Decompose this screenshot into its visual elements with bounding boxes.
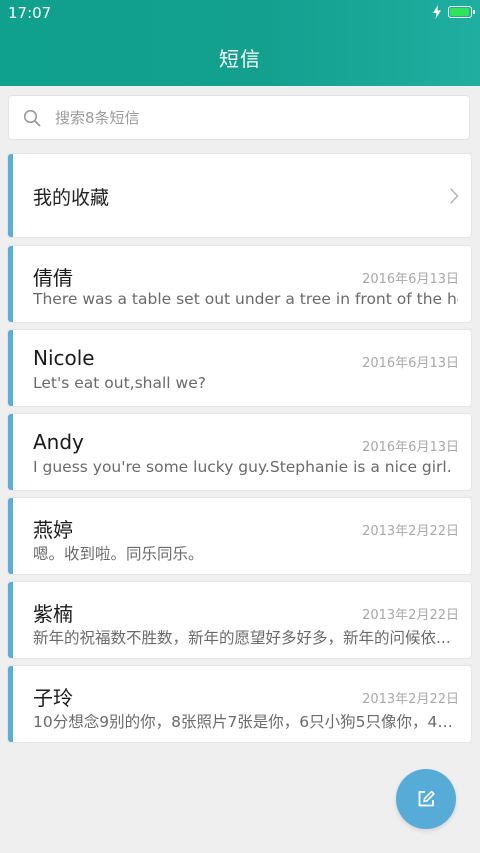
conversation-item[interactable]: Andy 2016年6月13日 I guess you're some luck… (7, 413, 472, 491)
contact-name: Andy (33, 430, 84, 454)
charging-bolt-icon (433, 5, 441, 19)
message-preview: 10分想念9别的你，8张照片7张是你，6只小狗5只像你，4根... (33, 713, 458, 731)
contact-name: 子玲 (33, 686, 73, 710)
message-preview: There was a table set out under a tree i… (33, 290, 458, 308)
message-date: 2013年2月22日 (362, 524, 459, 539)
contact-name: 紫楠 (33, 602, 73, 626)
app-header: 17:07 短信 (0, 0, 480, 86)
message-date: 2016年6月13日 (362, 440, 459, 455)
message-date: 2013年2月22日 (362, 608, 459, 623)
conversation-item[interactable]: 燕婷 2013年2月22日 嗯。收到啦。同乐同乐。 (7, 497, 472, 575)
status-icons (432, 5, 475, 19)
favorites-label: 我的收藏 (33, 187, 110, 209)
card-accent-bar (8, 498, 13, 574)
message-date: 2016年6月13日 (362, 356, 459, 371)
chevron-right-icon (449, 187, 459, 205)
card-accent-bar (8, 666, 13, 742)
search-input[interactable]: 搜索8条短信 (8, 95, 470, 140)
search-placeholder: 搜索8条短信 (55, 109, 140, 127)
card-accent-bar (8, 246, 13, 322)
message-preview: 新年的祝福数不胜数，新年的愿望好多好多，新年的问候依... (33, 629, 451, 647)
message-preview: I guess you're some lucky guy.Stephanie … (33, 458, 452, 476)
message-date: 2013年2月22日 (362, 692, 459, 707)
card-accent-bar (8, 582, 13, 658)
contact-name: Nicole (33, 346, 95, 370)
battery-cap (473, 10, 475, 14)
compose-icon (418, 790, 435, 807)
card-accent-bar (8, 414, 13, 490)
conversation-item[interactable]: Nicole 2016年6月13日 Let's eat out,shall we… (7, 329, 472, 407)
message-preview: 嗯。收到啦。同乐同乐。 (33, 545, 204, 563)
contact-name: 燕婷 (33, 518, 73, 542)
status-time: 17:07 (8, 4, 52, 22)
favorites-row[interactable]: 我的收藏 (7, 153, 472, 238)
compose-button[interactable] (396, 769, 456, 829)
battery-fill (450, 8, 469, 16)
message-date: 2016年6月13日 (362, 272, 459, 287)
conversation-item[interactable]: 子玲 2013年2月22日 10分想念9别的你，8张照片7张是你，6只小狗5只像… (7, 665, 472, 743)
contact-name: 倩倩 (33, 266, 73, 290)
conversation-item[interactable]: 紫楠 2013年2月22日 新年的祝福数不胜数，新年的愿望好多好多，新年的问候依… (7, 581, 472, 659)
message-preview: Let's eat out,shall we? (33, 374, 206, 392)
battery-icon (448, 6, 475, 18)
conversation-item[interactable]: 倩倩 2016年6月13日 There was a table set out … (7, 245, 472, 323)
card-accent-bar (8, 330, 13, 406)
search-icon (23, 109, 41, 126)
page-title: 短信 (219, 47, 261, 71)
card-accent-bar (8, 154, 13, 237)
